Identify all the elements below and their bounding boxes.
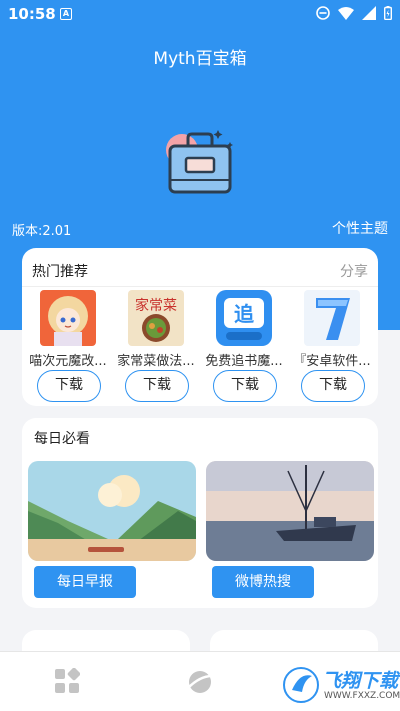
watermark-text: 飞翔下载 — [322, 670, 399, 692]
home-cooking-icon: 家常菜 — [128, 290, 184, 346]
daily-must-see-title: 每日必看 — [34, 431, 90, 447]
divider — [22, 286, 378, 287]
toolbox-icon — [166, 130, 233, 194]
fishing-boat-image[interactable] — [206, 461, 374, 561]
app-name: 家常菜做法... — [117, 354, 195, 369]
anime-girl-icon — [40, 290, 96, 346]
download-button[interactable]: 下载 — [125, 370, 189, 402]
do-not-disturb-icon — [316, 6, 330, 20]
android-software-icon — [304, 290, 360, 346]
app-name: 喵次元魔改... — [29, 354, 107, 369]
watermark: 飞翔下载 WWW.FXXZ.COM — [282, 664, 400, 708]
planet-icon[interactable] — [186, 668, 214, 696]
status-time: 10:58 — [8, 5, 56, 23]
app-item[interactable]: 家常菜 家常菜做法... 下载 — [113, 290, 199, 402]
a-notification-icon: A — [60, 8, 72, 20]
app-title: Myth百宝箱 — [153, 49, 247, 69]
app-item[interactable]: 追 免费追书魔... 下载 — [201, 290, 287, 402]
app-name: 『安卓软件... — [293, 354, 371, 369]
book-reader-icon: 追 — [216, 290, 272, 346]
download-button[interactable]: 下载 — [301, 370, 365, 402]
wifi-icon — [338, 6, 354, 20]
hot-recommend-card: 热门推荐 分享 喵次元魔改... 下载 家常菜 家常菜做法... 下载 追 免费… — [22, 248, 378, 406]
version-label: 版本:2.01 — [12, 224, 72, 239]
download-button[interactable]: 下载 — [213, 370, 277, 402]
app-item[interactable]: 『安卓软件... 下载 — [289, 290, 375, 402]
watermark-logo-icon — [283, 667, 319, 703]
signal-icon — [362, 6, 376, 20]
daily-must-see-card: 每日必看 每日早报 微博热搜 — [22, 418, 378, 608]
apps-grid-icon[interactable] — [54, 668, 80, 694]
app-item[interactable]: 喵次元魔改... 下载 — [25, 290, 111, 402]
share-link[interactable]: 分享 — [340, 261, 368, 281]
lake-landscape-image[interactable] — [28, 461, 196, 561]
svg-text:家常菜: 家常菜 — [135, 297, 177, 314]
svg-text:追: 追 — [234, 302, 254, 326]
watermark-url: WWW.FXXZ.COM — [324, 691, 400, 701]
battery-icon — [384, 6, 392, 20]
hot-recommend-title: 热门推荐 — [32, 264, 88, 280]
theme-link[interactable]: 个性主题 — [332, 218, 388, 238]
morning-news-button[interactable]: 每日早报 — [34, 566, 136, 598]
status-icons — [316, 6, 392, 20]
weibo-hot-search-button[interactable]: 微博热搜 — [212, 566, 314, 598]
status-bar: 10:58 A — [0, 0, 400, 28]
download-button[interactable]: 下载 — [37, 370, 101, 402]
app-name: 免费追书魔... — [205, 354, 283, 369]
